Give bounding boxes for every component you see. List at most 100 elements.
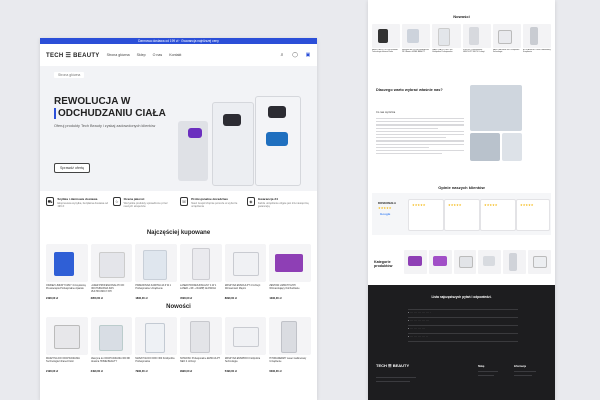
product-card[interactable]: MASZYNA DO KRIO 360 Kriolipoliza Profesj… — [432, 24, 461, 56]
faq-item[interactable]: ▸ · · · · · · · · · · · · · · · · — [408, 311, 430, 314]
product-name[interactable]: LASER PROFESJONALNY DO ODCHUDZANIA 3W1 M… — [91, 284, 133, 296]
faq-divider — [408, 309, 518, 310]
product-card[interactable]: HYDRADERMY Laser Gabinetowy Urządzenie 6… — [269, 317, 312, 373]
product-card[interactable]: Maszyna do ODCHUDZANIA 360 RF Głowica HO… — [90, 317, 133, 373]
product-image[interactable] — [135, 244, 178, 282]
product-name[interactable]: HYDRADERMY Laser Gabinetowy Urządzenie — [523, 49, 551, 56]
product-card[interactable]: PRZENOŚNA KAWITACJA 6 W 1 Profesjonalne … — [135, 244, 178, 300]
nav-link-about[interactable]: O nas — [153, 53, 163, 57]
product-image[interactable] — [46, 317, 88, 355]
product-card[interactable]: HYDRADERMY Laser Gabinetowy Urządzenie — [522, 24, 552, 56]
product-image[interactable] — [372, 24, 401, 48]
product-image[interactable] — [269, 244, 312, 282]
category-card[interactable] — [528, 250, 551, 274]
hero-banner: Strona główna REWOLUCJA W ODCHUDZANIU CI… — [40, 66, 317, 191]
footer-link-line[interactable] — [514, 375, 532, 376]
search-icon[interactable]: ⌕ — [279, 52, 285, 58]
logo[interactable]: TECH ☰ BEAUTY — [46, 52, 100, 59]
truck-icon: ⛟ — [46, 197, 55, 206]
footer-logo[interactable]: TECH ☰ BEAUTY — [376, 363, 409, 368]
category-card[interactable] — [428, 250, 452, 274]
footer-link-line[interactable] — [514, 371, 536, 372]
category-card[interactable] — [404, 250, 427, 274]
product-image[interactable] — [492, 24, 521, 48]
product-card[interactable]: NOWOŚĆ Profesjonalne EMSCULPT NEO 4 Uchw… — [180, 317, 222, 373]
faq-item[interactable]: ▸ · · · · · · · · · · · · · · — [408, 335, 428, 338]
product-image[interactable] — [180, 317, 222, 355]
product-price: 3490,00 zł — [90, 370, 103, 373]
product-name[interactable]: MASZYNA EMSPIRO Kriolipoliza Technologia — [225, 357, 267, 369]
product-name[interactable]: NOWOŚĆ Profesjonalne EMSCULPT NEO 4 Uchw… — [180, 357, 222, 369]
product-name[interactable]: MASZYNA EMSPIRO Kriolipoliza Technologia — [493, 49, 521, 56]
nav-link-contact[interactable]: Kontakt — [169, 53, 181, 57]
product-image[interactable] — [90, 317, 133, 355]
product-name[interactable]: LASER PROFESJONALNY 4 W 1 LASER + RF + R… — [180, 284, 222, 296]
product-image[interactable] — [522, 24, 552, 48]
hero-title-line1: REWOLUCJA W — [54, 96, 131, 107]
hero-cta-button[interactable]: Sprawdź ofertę — [54, 163, 91, 173]
product-name[interactable]: MASZYNA DO KRIO 360 Kriolipoliza Profesj… — [135, 357, 177, 369]
product-card[interactable]: LASER PROFESJONALNY DO ODCHUDZANIA 3W1 M… — [90, 244, 133, 300]
product-card[interactable]: MASZYNA DO KRIO 360 Kriolipoliza Profesj… — [135, 317, 178, 373]
product-image[interactable] — [180, 244, 222, 282]
product-card[interactable]: MASZYNA DO ODCHUDZANIA Technologia Infra… — [46, 317, 88, 373]
product-image[interactable] — [46, 244, 88, 282]
product-image[interactable] — [224, 317, 267, 355]
breadcrumb[interactable]: Strona główna — [54, 72, 85, 78]
product-name[interactable]: MASZYNA DO ODCHUDZANIA Technologia Infra… — [46, 357, 88, 369]
product-image[interactable] — [402, 24, 431, 48]
product-name[interactable]: MASZYNA DO KRIO 360 Kriolipoliza Profesj… — [432, 49, 460, 56]
product-image[interactable] — [224, 244, 267, 282]
review-card: ★★★★★ — [516, 199, 550, 231]
product-price: 1890,00 zł — [135, 297, 148, 300]
faq-divider — [408, 333, 518, 334]
bestsellers-title: Najczęściej kupowane — [146, 230, 211, 236]
category-image[interactable] — [453, 250, 477, 274]
product-card[interactable]: MASZYNA EMSCULPT 4 Uchwyt Wzmacniacz Mię… — [224, 244, 267, 300]
product-image[interactable] — [432, 24, 461, 48]
reviews-section: DOSKONAŁA ★★★★★ Google ★★★★★ ★★★★★ ★★★★★… — [372, 193, 551, 235]
category-image[interactable] — [528, 250, 551, 274]
product-name[interactable]: Maszyna do ODCHUDZANIA 360 RF Głowica HO… — [91, 357, 133, 369]
category-card[interactable] — [478, 250, 502, 274]
product-card[interactable]: LASER PROFESJONALNY 4 W 1 LASER + RF + R… — [180, 244, 222, 300]
category-image[interactable] — [478, 250, 502, 274]
nav-link-home[interactable]: Strona główna — [107, 53, 130, 57]
product-name[interactable]: NOWOŚĆ Profesjonalne EMSCULPT NEO 4 Uchw… — [463, 49, 491, 56]
product-image[interactable] — [90, 244, 133, 282]
product-name[interactable]: MASZYNA EMSCULPT 4 Uchwyt Wzmacniacz Mię… — [225, 284, 267, 296]
product-card[interactable]: ODZIEŻ LIMFATYCZNY 3-Częściowy Presotera… — [46, 244, 88, 300]
faq-item[interactable]: ▸ · · · · · · · · · · · · · · · — [408, 319, 429, 322]
product-name[interactable]: PRZENOŚNA KAWITACJA 6 W 1 Profesjonalne … — [135, 284, 177, 296]
product-name[interactable]: HYDRADERMY Laser Gabinetowy Urządzenie — [269, 357, 311, 369]
device-screen-1 — [188, 128, 202, 138]
footer-link-line[interactable] — [478, 371, 498, 372]
cart-icon[interactable]: ▣ — [305, 52, 311, 58]
product-card[interactable]: MASZYNA DO ODCHUDZANIA Technologia Infra… — [372, 24, 401, 56]
category-card[interactable] — [503, 250, 527, 274]
product-name[interactable]: ZESTAW LIMFATYCZNY Wzmacniający Odchudza… — [269, 284, 311, 296]
faq-item[interactable]: ▸ · · · · · · · · · · · · — [408, 327, 425, 330]
feature-item: ☏ Profesjonalne doradztwo Nasz zespół ch… — [180, 197, 244, 221]
nav-link-shop[interactable]: Sklep — [137, 53, 146, 57]
product-image[interactable] — [269, 317, 312, 355]
product-card[interactable]: MASZYNA EMSPIRO Kriolipoliza Technologia… — [224, 317, 267, 373]
product-name[interactable]: Maszyna do ODCHUDZANIA 360 RF Głowica HO… — [402, 49, 430, 56]
product-card[interactable]: ZESTAW LIMFATYCZNY Wzmacniający Odchudza… — [269, 244, 312, 300]
category-image[interactable] — [503, 250, 527, 274]
category-image[interactable] — [404, 250, 427, 274]
category-card[interactable] — [453, 250, 477, 274]
product-name[interactable]: ODZIEŻ LIMFATYCZNY 3-Częściowy Presotera… — [46, 284, 88, 296]
right-news-title: Nowości — [453, 14, 470, 19]
product-card[interactable]: Maszyna do ODCHUDZANIA 360 RF Głowica HO… — [402, 24, 431, 56]
review-card: ★★★★★ — [444, 199, 480, 231]
product-name[interactable]: MASZYNA DO ODCHUDZANIA Technologia Infra… — [372, 49, 400, 56]
product-card[interactable]: NOWOŚĆ Profesjonalne EMSCULPT NEO 4 Uchw… — [462, 24, 491, 56]
features-row: ⛟ Szybka i darmowa dostawa Ekspresowa wy… — [46, 197, 311, 221]
footer-link-line[interactable] — [478, 375, 494, 376]
product-card[interactable]: MASZYNA EMSPIRO Kriolipoliza Technologia — [492, 24, 521, 56]
product-image[interactable] — [135, 317, 178, 355]
category-image[interactable] — [428, 250, 452, 274]
product-image[interactable] — [462, 24, 491, 48]
user-icon[interactable]: ◯ — [292, 52, 298, 58]
